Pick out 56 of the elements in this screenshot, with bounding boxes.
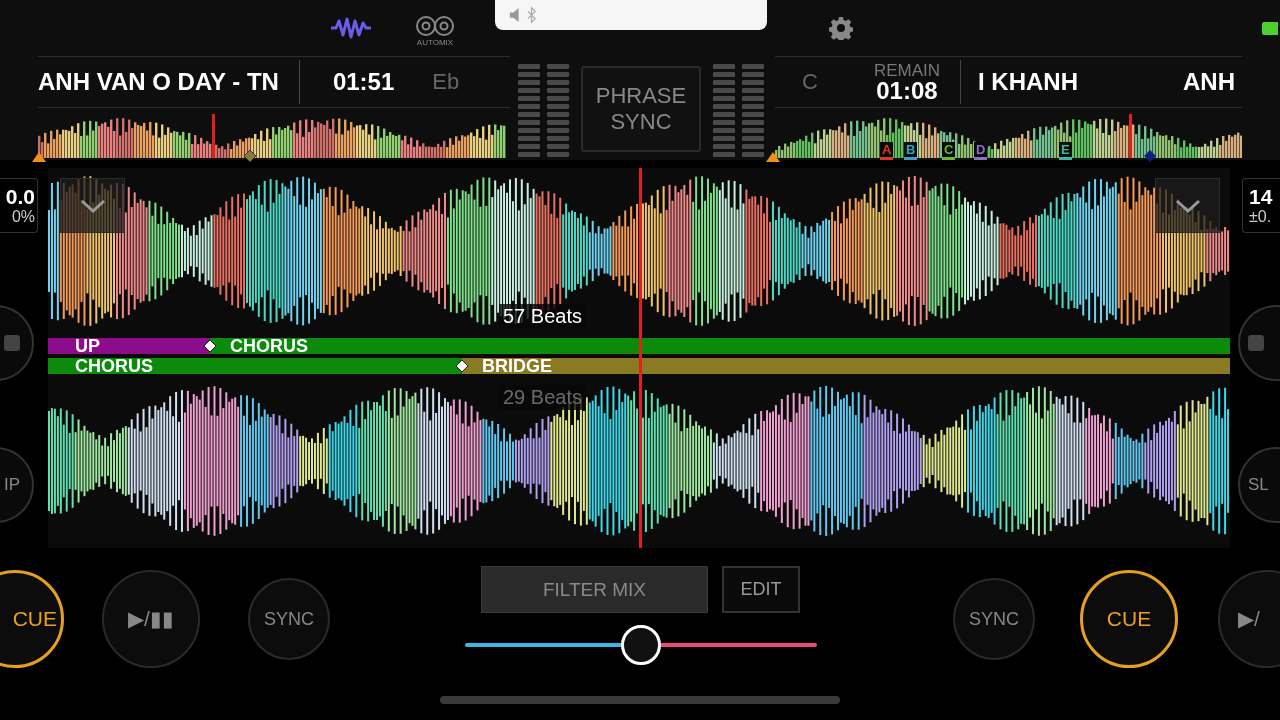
bpm-value: 0.0 xyxy=(5,185,35,209)
sync-button[interactable]: SYNC xyxy=(953,578,1035,660)
diamond-marker-icon xyxy=(455,359,469,373)
square-icon xyxy=(4,335,20,351)
play-pause-button[interactable]: ▶/ xyxy=(1218,570,1280,668)
phrase-label: CHORUS xyxy=(230,337,308,355)
overview-waveform-drawing[interactable] xyxy=(38,112,508,158)
tempo-display[interactable]: 14 ±0. xyxy=(1242,178,1280,233)
phrase-label: UP xyxy=(75,337,100,355)
play-pause-button[interactable]: ▶/▮▮ xyxy=(102,570,200,668)
collapse-button[interactable] xyxy=(60,178,125,233)
waveform-icon[interactable] xyxy=(330,17,372,39)
crossfader-thumb[interactable] xyxy=(621,625,661,665)
crossfader-track[interactable] xyxy=(465,625,817,665)
bluetooth-icon xyxy=(527,6,536,24)
track-title: ANH xyxy=(1183,68,1235,96)
edit-button[interactable]: EDIT xyxy=(722,566,800,613)
chevron-down-icon xyxy=(1174,198,1201,213)
start-marker-icon xyxy=(766,152,780,162)
side-button[interactable]: IP xyxy=(0,447,34,523)
square-icon xyxy=(1248,335,1264,351)
phrase-sync-button[interactable]: PHRASE SYNC xyxy=(581,66,701,152)
diamond-marker-icon xyxy=(203,339,217,353)
cue-button[interactable]: CUE xyxy=(1080,570,1178,668)
chevron-down-icon xyxy=(79,198,106,213)
bpm-value: 14 xyxy=(1249,185,1273,209)
filter-mix-button[interactable]: FILTER MIX xyxy=(481,566,708,613)
cue-point-label: D xyxy=(974,142,988,160)
elapsed-time: 01:51 xyxy=(332,68,395,96)
sync-button[interactable]: SYNC xyxy=(248,578,330,660)
remaining-time: 01:08 xyxy=(876,78,938,103)
cue-point-label: C xyxy=(942,142,956,160)
pitch-range: 0% xyxy=(11,208,35,226)
cue-button[interactable]: CUE xyxy=(0,570,64,668)
side-button[interactable]: SL xyxy=(1238,447,1280,523)
tempo-display[interactable]: 0.0 0% xyxy=(0,178,38,233)
automix-icon[interactable] xyxy=(415,15,455,37)
track-key: Eb xyxy=(432,69,460,95)
diamond-marker-icon xyxy=(244,150,256,162)
cue-point-label: B xyxy=(904,142,918,160)
track-title: I KHANH xyxy=(978,68,1078,96)
battery-icon xyxy=(1262,21,1278,35)
remain-label: REMAIN xyxy=(873,61,940,79)
cue-point-label: A xyxy=(880,142,894,160)
cue-point-label: E xyxy=(1059,142,1072,160)
overview-waveform-drawing[interactable] xyxy=(775,112,1242,158)
phrase-label: CHORUS xyxy=(75,357,153,375)
track-key: C xyxy=(802,69,818,95)
start-marker-icon xyxy=(32,152,46,162)
phrase-label: BRIDGE xyxy=(482,357,552,375)
pitch-range: ±0. xyxy=(1249,208,1272,226)
track-title: ANH VAN O DAY - TN xyxy=(38,68,279,96)
diamond-marker-icon xyxy=(1144,150,1156,162)
collapse-button[interactable] xyxy=(1155,178,1220,233)
automix-label: AUTOMIX xyxy=(416,38,454,47)
settings-icon[interactable] xyxy=(829,16,853,40)
